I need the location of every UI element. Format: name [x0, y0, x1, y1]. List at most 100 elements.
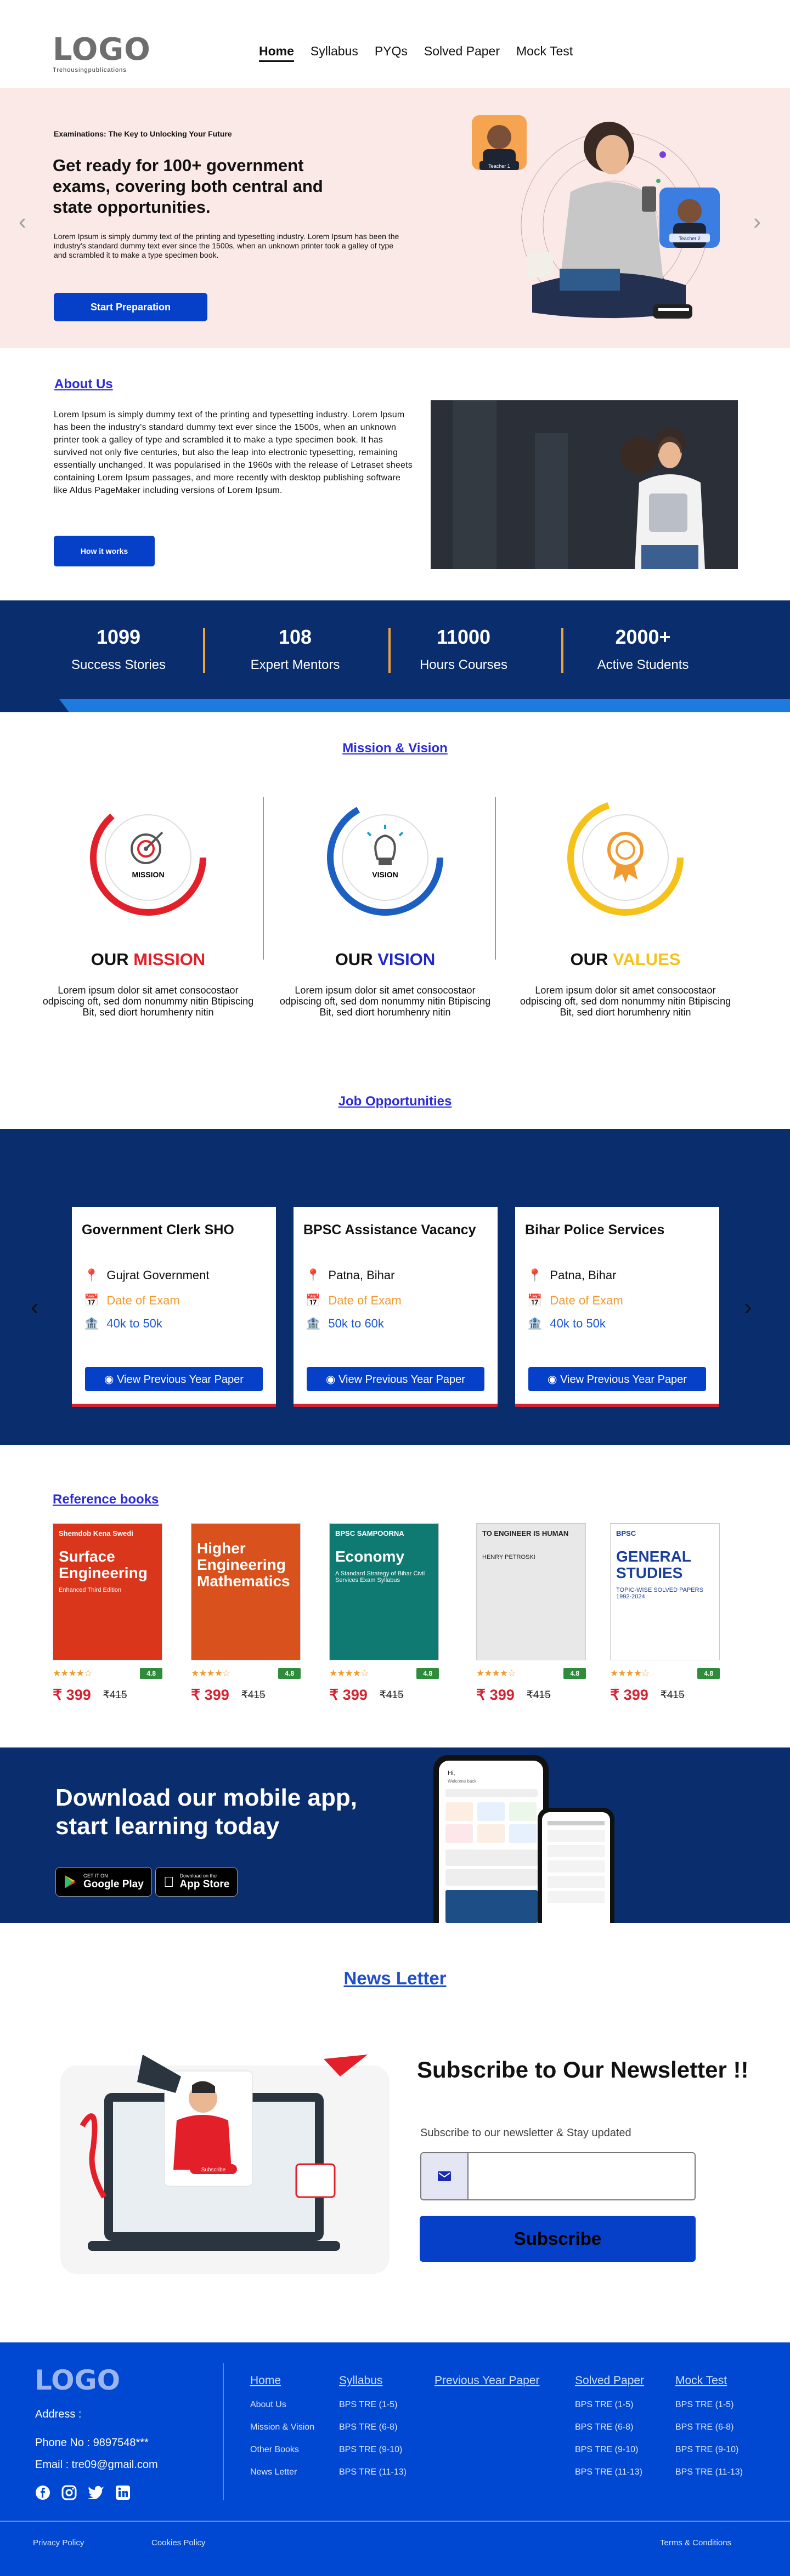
cookies-policy-link[interactable]: Cookies Policy: [151, 2538, 205, 2547]
calendar-icon: 📅: [527, 1293, 543, 1307]
footer-link[interactable]: About Us: [250, 2400, 314, 2410]
subscribe-button[interactable]: Subscribe: [420, 2216, 696, 2262]
book-card[interactable]: BPSC GENERAL STUDIES TOPIC-WISE SOLVED PAP…: [610, 1523, 720, 1704]
book-price: ₹ 399: [329, 1687, 368, 1703]
job-location: 📍 Gujrat Government: [84, 1268, 209, 1283]
nav-syllabus[interactable]: Syllabus: [311, 44, 358, 62]
stat-number: 11000: [436, 626, 491, 648]
job-title: Bihar Police Services: [525, 1222, 665, 1238]
job-location-text: Patna, Bihar: [550, 1268, 617, 1282]
book-cover-title: Surface Engineering: [59, 1548, 148, 1581]
student-photo: [431, 400, 738, 569]
footer-address: Address :: [35, 2408, 82, 2420]
footer-link[interactable]: BPS TRE (6-8): [339, 2422, 407, 2432]
footer-link[interactable]: News Letter: [250, 2467, 314, 2477]
book-price: ₹ 399: [191, 1687, 229, 1703]
book-cover-top: Shemdob Kena Swedi: [59, 1529, 133, 1537]
footer-link[interactable]: BPS TRE (11-13): [675, 2467, 743, 2477]
facebook-icon[interactable]: [35, 2485, 50, 2500]
svg-text:Hi,: Hi,: [448, 1770, 455, 1777]
book-card[interactable]: Shemdob Kena Swedi Surface Engineering Enh…: [53, 1523, 162, 1704]
price-row: ₹ 399 ₹415: [191, 1687, 301, 1704]
site-logo[interactable]: LOGO Trehousingpublications: [53, 34, 151, 74]
privacy-policy-link[interactable]: Privacy Policy: [33, 2538, 84, 2547]
book-cover[interactable]: Higher Engineering Mathematics: [191, 1523, 301, 1660]
footer-column-title[interactable]: Mock Test: [675, 2374, 743, 2387]
footer-link[interactable]: BPS TRE (6-8): [675, 2422, 743, 2432]
google-play-button[interactable]: GET IT ON Google Play: [55, 1867, 152, 1897]
footer-link[interactable]: BPS TRE (9-10): [339, 2445, 407, 2455]
book-cover[interactable]: TO ENGINEER IS HUMAN HENRY PETROSKI: [476, 1523, 586, 1660]
start-preparation-button[interactable]: Start Preparation: [54, 293, 207, 321]
job-card[interactable]: Bihar Police Services 📍 Patna, Bihar 📅 D…: [515, 1207, 719, 1407]
footer-link[interactable]: BPS TRE (11-13): [339, 2467, 407, 2477]
price-row: ₹ 399 ₹415: [610, 1687, 720, 1704]
how-it-works-button[interactable]: How it works: [54, 536, 155, 566]
footer-link[interactable]: BPS TRE (6-8): [575, 2422, 644, 2432]
price-row: ₹ 399 ₹415: [329, 1687, 439, 1704]
star-rating-icon: ★★★★☆: [329, 1668, 369, 1678]
footer-phone: Phone No : 9897548***: [35, 2437, 149, 2449]
stat-success-stories: 1099 Success Stories: [53, 626, 184, 673]
job-salary-text: 40k to 50k: [550, 1317, 606, 1330]
book-price: ₹ 399: [476, 1687, 515, 1703]
app-store-button[interactable]:  Download on theApp Store: [155, 1867, 238, 1897]
nav-home[interactable]: Home: [259, 44, 294, 62]
linkedin-icon[interactable]: [115, 2485, 131, 2500]
footer-column-title[interactable]: Previous Year Paper: [435, 2374, 539, 2387]
footer-rule: [0, 2521, 790, 2522]
jobs-prev-arrow-icon[interactable]: ‹: [31, 1293, 39, 1321]
values-award-icon: [567, 799, 684, 916]
salary-icon: 🏦: [84, 1317, 99, 1330]
footer-link[interactable]: BPS TRE (9-10): [575, 2445, 644, 2455]
price-row: ₹ 399 ₹415: [53, 1687, 162, 1704]
footer-column-title[interactable]: Syllabus: [339, 2374, 407, 2387]
twitter-icon[interactable]: [88, 2485, 104, 2499]
footer-link[interactable]: BPS TRE (9-10): [675, 2445, 743, 2455]
nav-pyqs[interactable]: PYQs: [375, 44, 408, 62]
footer-link[interactable]: BPS TRE (1-5): [339, 2400, 407, 2410]
book-cover[interactable]: Shemdob Kena Swedi Surface Engineering Enh…: [53, 1523, 162, 1660]
job-title: Government Clerk SHO: [82, 1222, 234, 1238]
footer-link[interactable]: Mission & Vision: [250, 2422, 314, 2432]
jobs-next-arrow-icon[interactable]: ›: [744, 1293, 752, 1321]
nav-solved-paper[interactable]: Solved Paper: [424, 44, 500, 62]
location-pin-icon: 📍: [306, 1268, 321, 1282]
job-card[interactable]: Government Clerk SHO 📍 Gujrat Government…: [72, 1207, 276, 1407]
reference-books-title: Reference books: [53, 1492, 159, 1507]
book-cover[interactable]: BPSC SAMPOORNA Economy A Standard Strategy…: [329, 1523, 439, 1660]
book-cover-title: Higher Engineering Mathematics: [197, 1540, 290, 1590]
job-salary: 🏦 40k to 50k: [527, 1317, 606, 1331]
main-nav: Home Syllabus PYQs Solved Paper Mock Tes…: [259, 44, 573, 62]
svg-text:Teacher 1: Teacher 1: [488, 163, 510, 169]
view-previous-year-paper-button[interactable]: ◉ View Previous Year Paper: [528, 1367, 706, 1391]
salary-icon: 🏦: [527, 1317, 543, 1330]
footer-link[interactable]: BPS TRE (1-5): [575, 2400, 644, 2410]
book-cover[interactable]: BPSC GENERAL STUDIES TOPIC-WISE SOLVED PAP…: [610, 1523, 720, 1660]
star-rating-icon: ★★★★☆: [610, 1668, 650, 1678]
view-previous-year-paper-button[interactable]: ◉ View Previous Year Paper: [307, 1367, 484, 1391]
book-cover-title: [477, 1543, 585, 1554]
nav-mock-test[interactable]: Mock Test: [516, 44, 573, 62]
terms-conditions-link[interactable]: Terms & Conditions: [660, 2538, 731, 2547]
newsletter-email-input[interactable]: [469, 2153, 695, 2199]
mobile-app-banner: Download our mobile app, start learning …: [0, 1747, 790, 1923]
footer-column-title[interactable]: Home: [250, 2374, 314, 2387]
svg-text:Teacher 2: Teacher 2: [679, 236, 701, 241]
book-card[interactable]: Higher Engineering Mathematics ★★★★☆ 4.8 ₹ …: [191, 1523, 301, 1704]
view-previous-year-paper-button[interactable]: ◉ View Previous Year Paper: [85, 1367, 263, 1391]
footer-column-title[interactable]: Solved Paper: [575, 2374, 644, 2387]
footer-link[interactable]: BPS TRE (11-13): [575, 2467, 644, 2477]
book-meta: ★★★★☆ 4.8: [53, 1668, 162, 1679]
book-meta: ★★★★☆ 4.8: [329, 1668, 439, 1679]
book-card[interactable]: BPSC SAMPOORNA Economy A Standard Strategy…: [329, 1523, 439, 1704]
hero-prev-arrow-icon[interactable]: ‹: [19, 208, 26, 235]
book-card[interactable]: TO ENGINEER IS HUMAN HENRY PETROSKI ★★★★☆ 4…: [476, 1523, 586, 1704]
footer-link[interactable]: Other Books: [250, 2445, 314, 2455]
footer-link[interactable]: BPS TRE (1-5): [675, 2400, 743, 2410]
instagram-icon[interactable]: [61, 2485, 77, 2500]
store-big-text: Google Play: [83, 1879, 144, 1890]
stat-label: Hours Courses: [419, 657, 508, 672]
job-card[interactable]: BPSC Assistance Vacancy 📍 Patna, Bihar 📅…: [294, 1207, 498, 1407]
footer-logo[interactable]: LOGO: [35, 2364, 120, 2396]
